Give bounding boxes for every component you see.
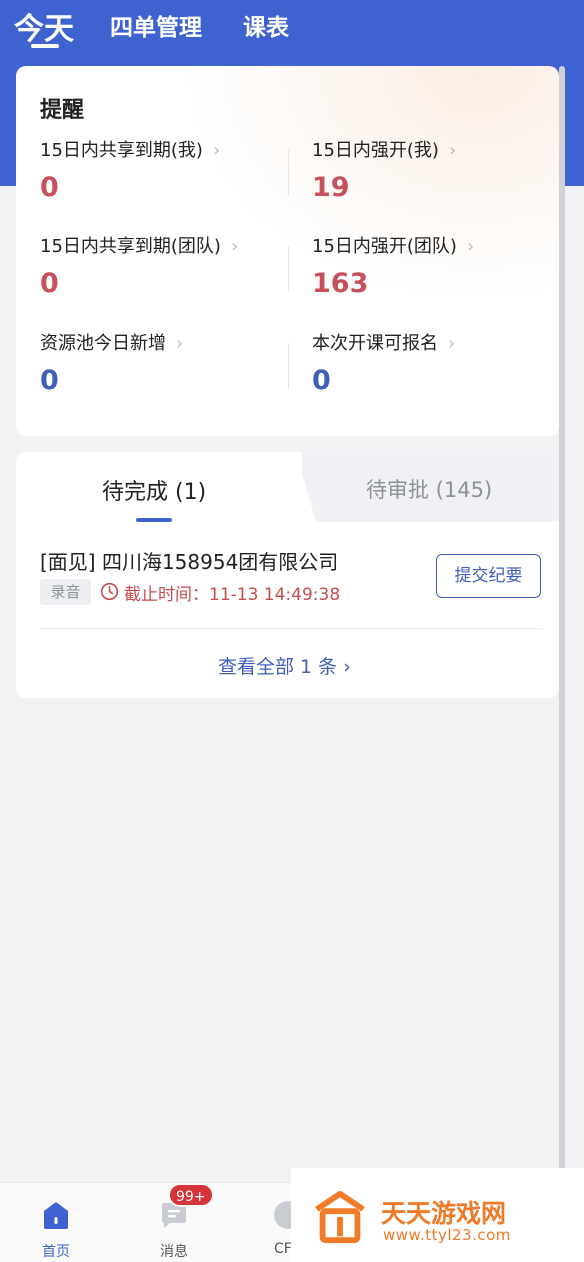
stat-label: 15日内强开(团队): [312, 236, 457, 257]
stat-label: 15日内强开(我): [312, 140, 439, 161]
stat-label: 15日内共享到期(团队): [40, 236, 221, 257]
tab-four-orders[interactable]: 四单管理: [110, 8, 202, 42]
stat-value: 163: [312, 268, 369, 299]
site-watermark: 天天游戏网 www.ttyl23.com: [291, 1168, 584, 1262]
stat-pool-new-today[interactable]: 资源池今日新增 › 0: [40, 329, 300, 419]
stat-value: 0: [40, 268, 59, 299]
bottom-nav-label: 首页: [42, 1244, 70, 1260]
tab-approval[interactable]: 待审批 (145): [366, 474, 492, 504]
bottom-nav-home[interactable]: 首页: [16, 1183, 96, 1262]
deadline-text: 截止时间：11-13 14:49:38: [124, 585, 341, 605]
stat-enrollable[interactable]: 本次开课可报名 › 0: [312, 329, 572, 419]
stat-share-expiring-me[interactable]: 15日内共享到期(我) › 0: [40, 136, 300, 226]
task-title[interactable]: [面见] 四川海158954团有限公司: [40, 546, 338, 575]
clock-icon: [100, 582, 119, 601]
top-nav: 今天 四单管理 课表: [0, 0, 584, 60]
tab-schedule[interactable]: 课表: [243, 8, 289, 42]
unread-badge: 99+: [168, 1183, 214, 1207]
submit-summary-button[interactable]: 提交纪要: [436, 554, 541, 598]
recording-tag: 录音: [40, 579, 91, 605]
chevron-right-icon: ›: [176, 333, 184, 354]
divider: [288, 343, 289, 389]
chevron-right-icon: ›: [230, 236, 239, 257]
tab-pending[interactable]: 待完成 (1): [102, 474, 206, 506]
stat-value: 0: [312, 365, 331, 396]
stat-share-expiring-team[interactable]: 15日内共享到期(团队) › 0: [40, 232, 300, 322]
reminder-title: 提醒: [40, 98, 85, 123]
bottom-nav-label: 消息: [160, 1244, 188, 1260]
stat-value: 19: [312, 172, 350, 203]
stat-value: 0: [40, 365, 59, 396]
reminder-card: 提醒 15日内共享到期(我) › 0 15日内强开(我) › 19 15日内共享到期…: [16, 66, 559, 436]
divider: [288, 150, 289, 196]
stat-label: 资源池今日新增: [40, 333, 166, 354]
tasks-card: 待完成 (1) 待审批 (145) [面见] 四川海158954团有限公司 录音…: [16, 452, 559, 698]
stat-label: 15日内共享到期(我): [40, 140, 203, 161]
view-all-link[interactable]: 查看全部 1 条 ›: [218, 652, 351, 679]
home-icon: [44, 1202, 68, 1229]
stat-value: 0: [40, 172, 59, 203]
watermark-url: www.ttyl23.com: [383, 1226, 511, 1244]
watermark-title: 天天游戏网: [381, 1199, 507, 1228]
chevron-right-icon: ›: [466, 236, 475, 257]
tab-today-indicator: [31, 44, 59, 48]
chevron-right-icon: ›: [448, 140, 457, 161]
divider: [288, 246, 289, 292]
stat-force-open-team[interactable]: 15日内强开(团队) › 163: [312, 232, 572, 322]
stat-force-open-me[interactable]: 15日内强开(我) › 19: [312, 136, 572, 226]
divider: [40, 628, 543, 629]
tab-pending-indicator: [136, 518, 172, 522]
stat-label: 本次开课可报名: [312, 333, 438, 354]
scrollbar[interactable]: [559, 66, 565, 1176]
chevron-right-icon: ›: [212, 140, 221, 161]
watermark-logo-icon: [315, 1190, 365, 1244]
chevron-right-icon: ›: [448, 333, 456, 354]
tab-today[interactable]: 今天: [14, 4, 74, 48]
